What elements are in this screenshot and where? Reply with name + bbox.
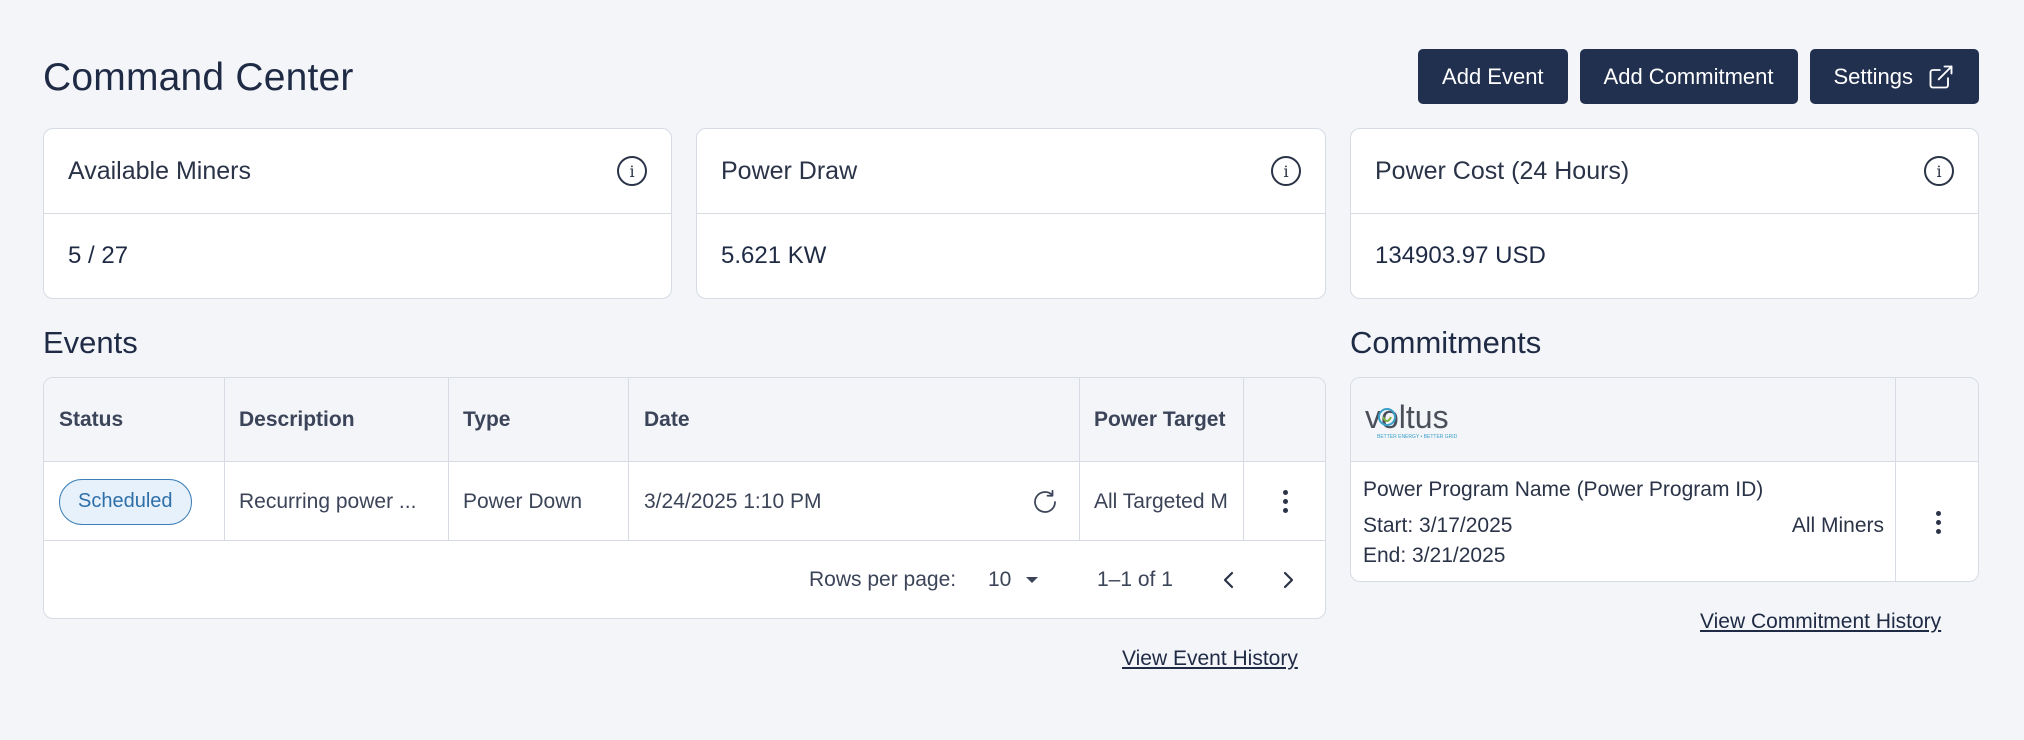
power-cost-card: Power Cost (24 Hours) i 134903.97 USD bbox=[1350, 128, 1979, 299]
program-scope: All Miners bbox=[1791, 514, 1884, 537]
logo-text: voltus bbox=[1365, 399, 1449, 435]
column-header-date[interactable]: Date bbox=[644, 378, 690, 462]
events-section-title: Events bbox=[43, 325, 138, 360]
status-cell: Scheduled bbox=[59, 462, 192, 541]
add-event-label: Add Event bbox=[1442, 63, 1544, 89]
program-end-date: End: 3/21/2025 bbox=[1363, 544, 1506, 567]
pagination-range: 1–1 of 1 bbox=[1097, 568, 1173, 591]
voltus-logo-mark: voltus BETTER ENERGY • BETTER GRID bbox=[1365, 399, 1458, 440]
program-name: Power Program Name (Power Program ID) bbox=[1363, 478, 1764, 501]
previous-page-button[interactable] bbox=[1219, 541, 1239, 618]
recurring-cell bbox=[1030, 462, 1060, 541]
pagination: Rows per page: 10 1–1 of 1 bbox=[44, 541, 1325, 618]
column-divider bbox=[1079, 378, 1080, 540]
rows-per-page-label: Rows per page: bbox=[809, 568, 957, 591]
column-header-description[interactable]: Description bbox=[239, 378, 355, 462]
add-event-button[interactable]: Add Event bbox=[1418, 49, 1568, 104]
card-title: Available Miners bbox=[68, 156, 251, 185]
more-vertical-icon[interactable] bbox=[1282, 490, 1288, 513]
commitments-section-title: Commitments bbox=[1350, 325, 1542, 360]
info-icon[interactable]: i bbox=[1271, 156, 1301, 186]
status-badge: Scheduled bbox=[59, 478, 192, 525]
column-header-status[interactable]: Status bbox=[59, 378, 123, 462]
add-commitment-label: Add Commitment bbox=[1603, 63, 1774, 89]
commitments-table: voltus BETTER ENERGY • BETTER GRID Power… bbox=[1350, 377, 1979, 582]
info-icon[interactable]: i bbox=[1924, 156, 1954, 186]
external-link-icon bbox=[1929, 65, 1953, 88]
card-title: Power Draw bbox=[721, 156, 858, 185]
column-header-power-target[interactable]: Power Target bbox=[1094, 378, 1225, 462]
settings-label: Settings bbox=[1833, 63, 1914, 89]
next-page-button[interactable] bbox=[1278, 541, 1298, 618]
logo-tagline: BETTER ENERGY • BETTER GRID bbox=[1377, 434, 1458, 440]
card-value: 5 / 27 bbox=[68, 242, 129, 269]
column-header-type[interactable]: Type bbox=[463, 378, 510, 462]
column-divider bbox=[224, 378, 225, 540]
card-value: 134903.97 USD bbox=[1375, 242, 1546, 269]
column-divider bbox=[628, 378, 629, 540]
recurring-icon bbox=[1034, 489, 1056, 513]
rows-per-page-select[interactable]: 10 bbox=[988, 541, 1039, 618]
voltus-logo: voltus BETTER ENERGY • BETTER GRID bbox=[1365, 398, 1475, 447]
rows-per-page-value: 10 bbox=[988, 568, 1012, 591]
info-icon[interactable]: i bbox=[617, 156, 647, 186]
header-actions: Add Event Add Commitment Settings bbox=[1418, 49, 1979, 104]
settings-button[interactable]: Settings bbox=[1809, 49, 1979, 104]
description-cell: Recurring power ... bbox=[239, 489, 417, 513]
more-vertical-icon[interactable] bbox=[1935, 511, 1941, 534]
chevron-right-icon bbox=[1283, 571, 1294, 589]
events-table: Status Description Type Date Power Targe… bbox=[43, 377, 1326, 619]
column-divider bbox=[448, 378, 449, 540]
card-value: 5.621 KW bbox=[721, 242, 827, 269]
chevron-left-icon bbox=[1223, 571, 1234, 589]
row-actions-cell bbox=[1243, 462, 1325, 541]
date-cell: 3/24/2025 1:10 PM bbox=[644, 489, 822, 513]
commitment-actions-cell bbox=[1896, 462, 1978, 581]
available-miners-card: Available Miners i 5 / 27 bbox=[43, 128, 672, 299]
card-title: Power Cost (24 Hours) bbox=[1375, 156, 1630, 185]
power-draw-card: Power Draw i 5.621 KW bbox=[696, 128, 1326, 299]
view-event-history-link[interactable]: View Event History bbox=[1122, 647, 1298, 671]
add-commitment-button[interactable]: Add Commitment bbox=[1579, 49, 1798, 104]
type-cell: Power Down bbox=[463, 489, 583, 513]
power-target-cell: All Targeted M bbox=[1094, 489, 1228, 513]
caret-down-icon bbox=[1026, 577, 1039, 583]
page-title: Command Center bbox=[43, 56, 354, 99]
view-commitment-history-link[interactable]: View Commitment History bbox=[1700, 610, 1941, 634]
program-start-date: Start: 3/17/2025 bbox=[1363, 514, 1513, 537]
